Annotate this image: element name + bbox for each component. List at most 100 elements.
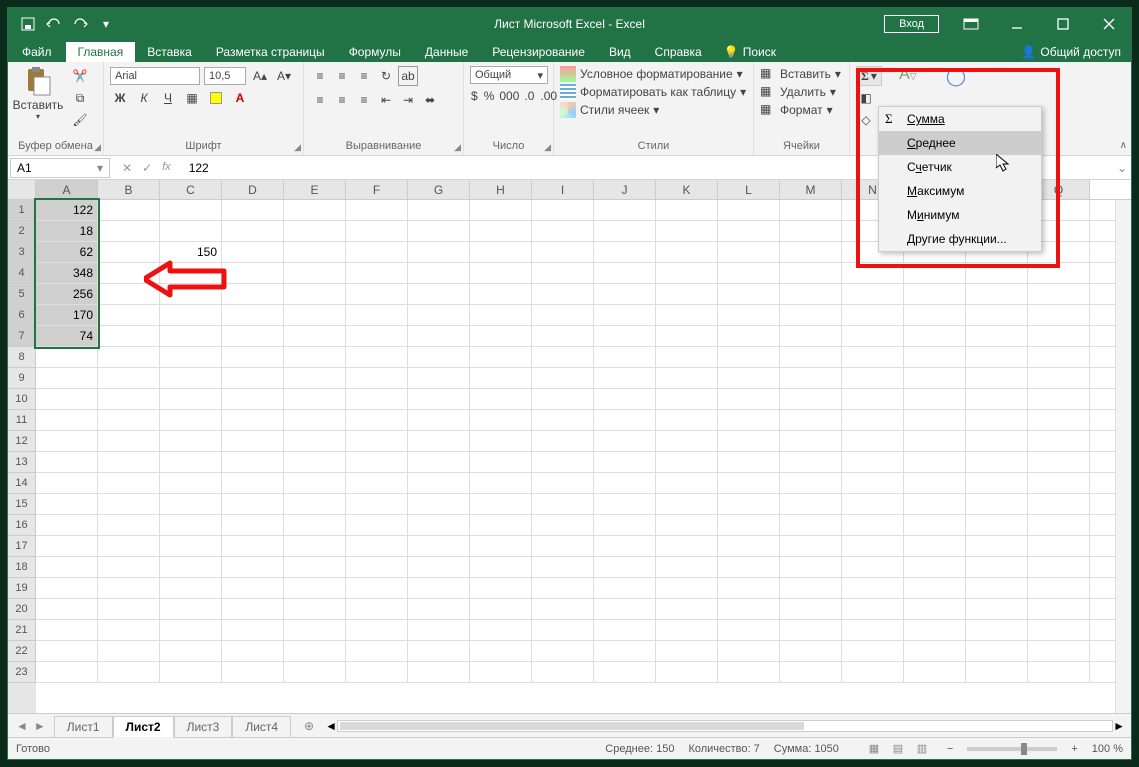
- cell-P7[interactable]: [966, 326, 1028, 346]
- tab-page-layout[interactable]: Разметка страницы: [204, 42, 337, 62]
- cell-N5[interactable]: [842, 284, 904, 304]
- cell-B15[interactable]: [98, 494, 160, 514]
- cell-H11[interactable]: [470, 410, 532, 430]
- undo-icon[interactable]: [42, 12, 66, 36]
- cell-D17[interactable]: [222, 536, 284, 556]
- cell-F23[interactable]: [346, 662, 408, 682]
- cell-K1[interactable]: [656, 200, 718, 220]
- cell-Q20[interactable]: [1028, 599, 1090, 619]
- cell-P6[interactable]: [966, 305, 1028, 325]
- cell-B3[interactable]: [98, 242, 160, 262]
- cell-P18[interactable]: [966, 557, 1028, 577]
- cell-N20[interactable]: [842, 599, 904, 619]
- cell-L13[interactable]: [718, 452, 780, 472]
- cell-I12[interactable]: [532, 431, 594, 451]
- cell-K5[interactable]: [656, 284, 718, 304]
- cell-A15[interactable]: [36, 494, 98, 514]
- cell-D7[interactable]: [222, 326, 284, 346]
- cell-M13[interactable]: [780, 452, 842, 472]
- column-header-M[interactable]: M: [780, 180, 842, 199]
- cell-E7[interactable]: [284, 326, 346, 346]
- cell-N4[interactable]: [842, 263, 904, 283]
- cell-H8[interactable]: [470, 347, 532, 367]
- cell-M14[interactable]: [780, 473, 842, 493]
- cell-H6[interactable]: [470, 305, 532, 325]
- cell-G22[interactable]: [408, 641, 470, 661]
- cell-I4[interactable]: [532, 263, 594, 283]
- cell-K23[interactable]: [656, 662, 718, 682]
- cell-C9[interactable]: [160, 368, 222, 388]
- cell-M19[interactable]: [780, 578, 842, 598]
- cell-G8[interactable]: [408, 347, 470, 367]
- format-painter-icon[interactable]: 🖌: [70, 110, 90, 130]
- cell-K16[interactable]: [656, 515, 718, 535]
- cell-D13[interactable]: [222, 452, 284, 472]
- cell-I15[interactable]: [532, 494, 594, 514]
- cell-A14[interactable]: [36, 473, 98, 493]
- cell-I6[interactable]: [532, 305, 594, 325]
- zoom-slider[interactable]: [967, 747, 1057, 751]
- font-color-icon[interactable]: A: [230, 88, 250, 108]
- cell-J15[interactable]: [594, 494, 656, 514]
- cell-P5[interactable]: [966, 284, 1028, 304]
- cell-E20[interactable]: [284, 599, 346, 619]
- close-icon[interactable]: [1087, 9, 1131, 39]
- cell-A13[interactable]: [36, 452, 98, 472]
- cell-C12[interactable]: [160, 431, 222, 451]
- cell-F1[interactable]: [346, 200, 408, 220]
- cell-G9[interactable]: [408, 368, 470, 388]
- cell-H9[interactable]: [470, 368, 532, 388]
- cell-C23[interactable]: [160, 662, 222, 682]
- cell-C21[interactable]: [160, 620, 222, 640]
- cell-K15[interactable]: [656, 494, 718, 514]
- cell-M17[interactable]: [780, 536, 842, 556]
- cell-M22[interactable]: [780, 641, 842, 661]
- column-header-C[interactable]: C: [160, 180, 222, 199]
- cell-F22[interactable]: [346, 641, 408, 661]
- cell-M12[interactable]: [780, 431, 842, 451]
- collapse-ribbon-icon[interactable]: ∧: [1120, 140, 1127, 151]
- cell-J5[interactable]: [594, 284, 656, 304]
- cell-B18[interactable]: [98, 557, 160, 577]
- ribbon-display-icon[interactable]: [949, 9, 993, 39]
- row-header-21[interactable]: 21: [8, 620, 36, 641]
- cell-B8[interactable]: [98, 347, 160, 367]
- cell-D18[interactable]: [222, 557, 284, 577]
- cell-D5[interactable]: [222, 284, 284, 304]
- cell-K6[interactable]: [656, 305, 718, 325]
- row-header-17[interactable]: 17: [8, 536, 36, 557]
- cell-Q12[interactable]: [1028, 431, 1090, 451]
- cell-Q22[interactable]: [1028, 641, 1090, 661]
- cell-D23[interactable]: [222, 662, 284, 682]
- cell-F20[interactable]: [346, 599, 408, 619]
- cancel-formula-icon[interactable]: ✕: [122, 161, 132, 175]
- cell-M7[interactable]: [780, 326, 842, 346]
- align-bottom-icon[interactable]: ≡: [354, 66, 374, 86]
- paste-button[interactable]: Вставить ▾: [14, 66, 62, 130]
- column-header-K[interactable]: K: [656, 180, 718, 199]
- cell-B23[interactable]: [98, 662, 160, 682]
- bold-button[interactable]: Ж: [110, 88, 130, 108]
- cell-K14[interactable]: [656, 473, 718, 493]
- cell-H17[interactable]: [470, 536, 532, 556]
- cell-G16[interactable]: [408, 515, 470, 535]
- cell-Q23[interactable]: [1028, 662, 1090, 682]
- add-sheet-button[interactable]: ⊕: [299, 719, 319, 733]
- cell-N7[interactable]: [842, 326, 904, 346]
- cell-O7[interactable]: [904, 326, 966, 346]
- cell-O9[interactable]: [904, 368, 966, 388]
- cell-L18[interactable]: [718, 557, 780, 577]
- underline-button[interactable]: Ч: [158, 88, 178, 108]
- cell-L9[interactable]: [718, 368, 780, 388]
- cell-D22[interactable]: [222, 641, 284, 661]
- fill-icon[interactable]: ◧: [856, 88, 876, 108]
- cell-L8[interactable]: [718, 347, 780, 367]
- row-header-12[interactable]: 12: [8, 431, 36, 452]
- cell-C22[interactable]: [160, 641, 222, 661]
- cell-G17[interactable]: [408, 536, 470, 556]
- cell-O19[interactable]: [904, 578, 966, 598]
- cell-M1[interactable]: [780, 200, 842, 220]
- cell-Q4[interactable]: [1028, 263, 1090, 283]
- cell-H4[interactable]: [470, 263, 532, 283]
- cell-K9[interactable]: [656, 368, 718, 388]
